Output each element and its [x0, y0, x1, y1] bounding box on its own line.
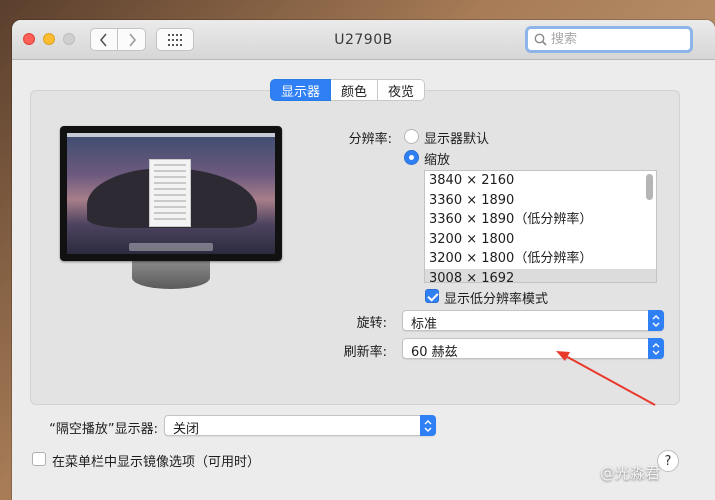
resolution-list[interactable]: 3840 × 2160 3360 × 1890 3360 × 1890（低分辨率… — [424, 170, 657, 283]
radio-scaled-label: 缩放 — [424, 153, 451, 168]
radio-display-default[interactable] — [404, 129, 419, 144]
resolution-option[interactable]: 3360 × 1890（低分辨率） — [425, 210, 656, 230]
updown-arrows-icon — [648, 338, 664, 359]
dock-image — [129, 243, 213, 251]
airplay-label: “隔空播放”显示器: — [49, 422, 158, 437]
airplay-select[interactable]: 关闭 — [164, 415, 436, 437]
radio-display-default-label: 显示器默认 — [424, 132, 490, 147]
mirror-options-label: 在菜单栏中显示镜像选项（可用时） — [52, 455, 261, 470]
rotation-value: 标准 — [411, 317, 438, 332]
updown-arrows-icon — [648, 310, 664, 331]
search-icon — [534, 33, 547, 46]
updown-arrows-icon — [420, 415, 436, 436]
resolution-option[interactable]: 3008 × 1692 — [425, 268, 656, 282]
low-res-checkbox[interactable] — [425, 289, 439, 303]
refresh-rate-label: 刷新率: — [343, 345, 387, 360]
refresh-rate-value: 60 赫兹 — [411, 345, 458, 360]
rotation-select[interactable]: 标准 — [402, 310, 664, 332]
resolution-option[interactable]: 3360 × 1890 — [425, 191, 656, 211]
preferences-window: U2790B 显示器 颜色 夜览 分辨率: 显示器默认 缩放 3840 × 21… — [12, 20, 715, 500]
tab-night-shift[interactable]: 夜览 — [378, 79, 426, 101]
search-input[interactable] — [551, 32, 681, 47]
resolution-option[interactable]: 3200 × 1800（低分辨率） — [425, 249, 656, 269]
tab-color[interactable]: 颜色 — [331, 79, 379, 101]
rotation-label: 旋转: — [356, 316, 387, 331]
title-bar: U2790B — [12, 20, 715, 60]
airplay-value: 关闭 — [173, 422, 200, 437]
resolution-option[interactable]: 3200 × 1800 — [425, 230, 656, 250]
monitor-stand-image — [132, 261, 210, 289]
monitor-image — [60, 126, 282, 261]
desktop-wallpaper-image — [67, 133, 275, 254]
tab-bar: 显示器 颜色 夜览 — [270, 79, 426, 101]
help-button[interactable]: ? — [657, 450, 679, 472]
scrollbar-thumb[interactable] — [646, 174, 653, 200]
resolution-label: 分辨率: — [348, 132, 392, 147]
radio-scaled[interactable] — [404, 150, 419, 165]
resolution-option[interactable]: 3840 × 2160 — [425, 171, 656, 191]
watermark: @光淼君 — [600, 464, 661, 482]
mirror-options-checkbox[interactable] — [32, 452, 46, 466]
tab-display[interactable]: 显示器 — [270, 79, 332, 101]
refresh-rate-select[interactable]: 60 赫兹 — [402, 338, 664, 360]
search-field[interactable] — [525, 26, 693, 53]
low-res-checkbox-label: 显示低分辨率模式 — [444, 292, 549, 307]
